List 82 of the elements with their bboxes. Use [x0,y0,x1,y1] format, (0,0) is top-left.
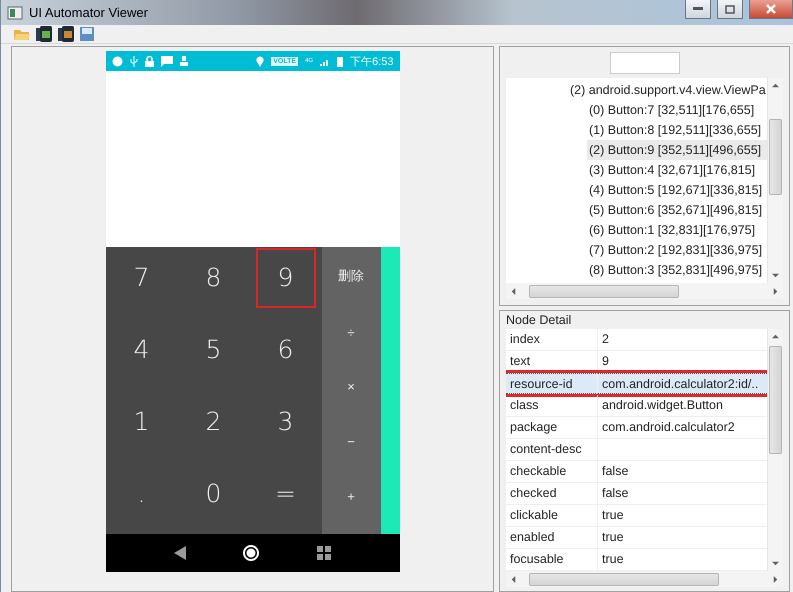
property-name: index [506,329,598,350]
property-name: checkable [506,461,598,482]
digit-key[interactable]: . [112,463,172,524]
home-icon[interactable] [242,544,260,562]
status-time: 下午6:53 [350,54,394,68]
scroll-left-icon[interactable] [510,288,517,294]
close-button[interactable] [749,0,793,19]
property-name: clickable [506,505,598,526]
property-value: false [601,463,630,480]
window-title: UI Automator Viewer [29,5,149,20]
property-value: true [601,529,625,546]
minimize-icon [693,7,703,11]
digit-key[interactable]: 0 [184,463,244,524]
scroll-up-icon[interactable] [772,333,779,340]
operator-key[interactable]: − [341,432,361,452]
property-value: true [601,551,625,568]
digit-key[interactable]: 8 [184,248,244,308]
battery-icon [337,56,344,66]
digit-key[interactable]: 7 [112,248,172,308]
close-icon [766,4,776,14]
property-name: resource-id [506,373,598,394]
property-value: 2 [601,331,610,348]
usb-icon [130,56,138,66]
recents-icon[interactable] [317,546,332,560]
vertical-scrollbar[interactable] [767,78,783,283]
horizontal-scrollbar[interactable] [506,571,783,587]
property-value: 9 [601,353,610,370]
digit-key[interactable]: 6 [256,320,316,380]
property-name: package [506,417,598,438]
maximize-icon [725,4,735,14]
property-value: android.widget.Button [601,397,724,414]
operator-key[interactable]: 删除 [332,264,370,287]
back-icon[interactable] [174,546,186,560]
tree-item[interactable]: (4) Button:5 [192,671][336,815] [587,180,767,200]
operator-key[interactable]: × [341,377,361,396]
horizontal-scrollbar[interactable] [506,283,783,299]
digit-key[interactable]: 1 [112,391,172,452]
operator-key[interactable]: + [341,487,361,506]
property-name: class [506,395,598,416]
panel-title: Node Detail [506,313,572,329]
scroll-up-icon[interactable] [772,82,779,89]
tree-item[interactable]: (8) Button:3 [352,831][496,975] [587,260,767,280]
digit-key[interactable]: 3 [256,391,316,452]
tree-item[interactable]: (5) Button:6 [352,671][496,815] [587,200,767,220]
tree-item[interactable]: (7) Button:2 [192,831][336,975] [587,240,767,260]
scroll-down-icon[interactable] [772,560,779,567]
tree-item[interactable]: (0) Button:7 [32,511][176,655] [587,100,767,120]
property-value: false [601,485,630,502]
scroll-down-icon[interactable] [772,272,779,279]
device-screenshot-icon[interactable] [35,25,53,43]
minimize-button[interactable] [685,0,711,19]
device-screenshot-icon[interactable] [57,25,75,43]
digit-key[interactable]: = [256,463,316,524]
save-icon[interactable] [79,26,95,42]
property-name: text [506,351,598,372]
message-icon [160,56,172,66]
property-name: enabled [506,527,598,548]
tree-item[interactable]: (6) Button:1 [32,831][176,975] [587,220,767,240]
digit-key[interactable]: 9 [256,248,316,308]
operator-key[interactable]: ÷ [341,322,361,342]
location-pin-icon [256,56,264,66]
property-value: com.android.calculator2:id/.. [598,373,767,394]
digit-key[interactable]: 5 [184,320,244,380]
property-name: content-desc [506,439,598,460]
property-value: true [601,507,625,524]
digit-key[interactable]: 4 [112,320,172,380]
tree-item[interactable]: (1) Button:8 [192,511][336,655] [587,120,767,140]
tree-item[interactable]: (2) android.support.v4.view.ViewPa [568,80,767,100]
scroll-right-icon[interactable] [772,288,779,294]
lock-icon [144,56,154,66]
maximize-button[interactable] [717,0,743,19]
vertical-scrollbar[interactable] [767,329,783,571]
digit-key[interactable]: 2 [184,391,244,452]
property-name: checked [506,483,598,504]
search-field[interactable] [610,52,680,74]
app-icon [7,6,23,20]
property-name: focusable [506,549,598,570]
property-value: com.android.calculator2 [601,419,736,436]
scroll-left-icon[interactable] [510,576,517,582]
tree-item[interactable]: (3) Button:4 [32,671][176,815] [587,160,767,180]
scroll-right-icon[interactable] [772,576,779,582]
tree-item[interactable]: (2) Button:9 [352,511][496,655] [587,140,767,160]
